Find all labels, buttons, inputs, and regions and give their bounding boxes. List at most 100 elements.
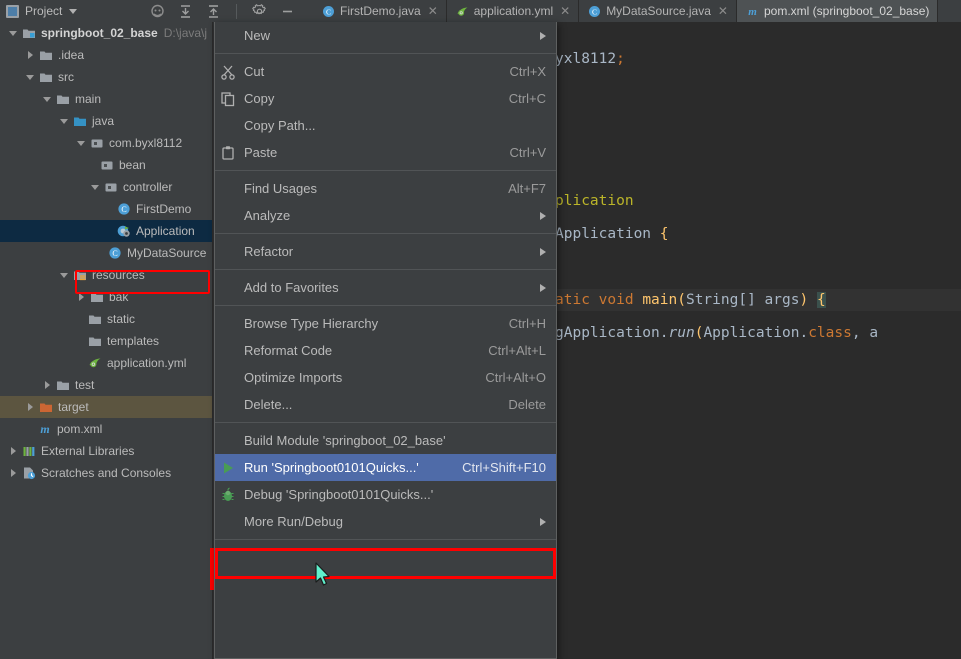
- menu-item-build-module[interactable]: Build Module 'springboot_02_base': [215, 427, 556, 454]
- chevron-right-icon[interactable]: [8, 468, 19, 479]
- select-opened-file-icon[interactable]: [150, 4, 165, 19]
- tree-node-idea[interactable]: .idea: [0, 44, 213, 66]
- menu-item-debug-application[interactable]: Debug 'Springboot0101Quicks...': [215, 481, 556, 508]
- chevron-down-icon[interactable]: [25, 72, 36, 83]
- menu-item-optimize-imports[interactable]: Optimize Imports Ctrl+Alt+O: [215, 364, 556, 391]
- menu-item-accelerator: Ctrl+V: [509, 145, 546, 160]
- context-menu[interactable]: New Cut Ctrl+X Copy Ctrl+C Copy Path... …: [214, 22, 557, 659]
- module-icon: [22, 26, 36, 40]
- tree-node-src[interactable]: src: [0, 66, 213, 88]
- project-toolwindow-title: Project: [25, 4, 63, 18]
- menu-item-accelerator: Ctrl+X: [509, 64, 546, 79]
- menu-item-paste[interactable]: Paste Ctrl+V: [215, 139, 556, 166]
- tree-node-application[interactable]: Application: [0, 220, 213, 242]
- tree-node-static[interactable]: static: [0, 308, 213, 330]
- tree-node-scratches-and-consoles[interactable]: Scratches and Consoles: [0, 462, 213, 484]
- tree-node-main[interactable]: main: [0, 88, 213, 110]
- menu-icon-placeholder: [220, 280, 236, 296]
- tree-node-external-libraries[interactable]: External Libraries: [0, 440, 213, 462]
- tree-node-com-byxl8112[interactable]: com.byxl8112: [0, 132, 213, 154]
- chevron-right-icon[interactable]: [25, 50, 36, 61]
- menu-separator: [215, 170, 556, 171]
- menu-icon-placeholder: [220, 370, 236, 386]
- tree-node-label: bean: [119, 158, 146, 172]
- menu-item-label: More Run/Debug: [244, 514, 343, 529]
- menu-item-browse-type-hierarchy[interactable]: Browse Type Hierarchy Ctrl+H: [215, 310, 556, 337]
- editor-tab-application-yml[interactable]: application.yml ✕: [446, 0, 580, 22]
- source-root-icon: [73, 114, 87, 128]
- editor-tab-firstdemo[interactable]: C FirstDemo.java ✕: [313, 0, 447, 22]
- chevron-down-icon[interactable]: [90, 182, 101, 193]
- menu-item-copy-path[interactable]: Copy Path...: [215, 112, 556, 139]
- chevron-right-icon[interactable]: [25, 402, 36, 413]
- editor-tab-label: pom.xml (springboot_02_base): [763, 4, 930, 18]
- close-icon[interactable]: ✕: [428, 4, 438, 18]
- java-class-icon: C: [588, 5, 601, 18]
- scratches-icon: [22, 466, 36, 480]
- menu-item-copy[interactable]: Copy Ctrl+C: [215, 85, 556, 112]
- menu-item-label: Copy Path...: [244, 118, 316, 133]
- package-icon: [90, 136, 104, 150]
- tree-node-resources[interactable]: resources: [0, 264, 213, 286]
- menu-item-label: Refactor: [244, 244, 294, 259]
- menu-item-label: Debug 'Springboot0101Quicks...': [244, 487, 434, 502]
- menu-item-cut[interactable]: Cut Ctrl+X: [215, 58, 556, 85]
- close-icon[interactable]: ✕: [560, 4, 570, 18]
- code-line: plication: [555, 193, 634, 209]
- menu-item-add-to-favorites[interactable]: Add to Favorites: [215, 274, 556, 301]
- chevron-down-icon[interactable]: [76, 138, 87, 149]
- code-line: Application {: [555, 226, 669, 242]
- tree-node-controller[interactable]: controller: [0, 176, 213, 198]
- expand-all-icon[interactable]: [178, 4, 193, 19]
- tree-node-springboot-02-base[interactable]: springboot_02_base D:\java\j: [0, 22, 213, 44]
- project-tree-panel[interactable]: springboot_02_base D:\java\j .idea src m…: [0, 22, 213, 659]
- menu-item-more-run-debug[interactable]: More Run/Debug: [215, 508, 556, 535]
- chevron-down-icon[interactable]: [69, 8, 78, 14]
- tree-node-application-yml[interactable]: application.yml: [0, 352, 213, 374]
- menu-item-new[interactable]: New: [215, 22, 556, 49]
- tree-node-mydatasource[interactable]: C MyDataSource: [0, 242, 213, 264]
- chevron-right-icon[interactable]: [8, 446, 19, 457]
- menu-icon-placeholder: [220, 181, 236, 197]
- menu-item-refactor[interactable]: Refactor: [215, 238, 556, 265]
- chevron-down-icon[interactable]: [59, 270, 70, 281]
- close-icon[interactable]: ✕: [718, 4, 728, 18]
- tree-node-target[interactable]: target: [0, 396, 213, 418]
- menu-icon-placeholder: [220, 397, 236, 413]
- menu-icon-placeholder: [220, 208, 236, 224]
- tree-node-label: springboot_02_base: [41, 26, 158, 40]
- menu-item-reformat-code[interactable]: Reformat Code Ctrl+Alt+L: [215, 337, 556, 364]
- package-icon: [100, 158, 114, 172]
- tree-node-path: D:\java\j: [163, 26, 208, 40]
- menu-item-analyze[interactable]: Analyze: [215, 202, 556, 229]
- settings-gear-icon[interactable]: [252, 3, 267, 19]
- tree-node-templates[interactable]: templates: [0, 330, 213, 352]
- tree-node-pom-xml[interactable]: m pom.xml: [0, 418, 213, 440]
- svg-text:C: C: [592, 7, 597, 16]
- tree-node-test[interactable]: test: [0, 374, 213, 396]
- menu-item-run-application[interactable]: Run 'Springboot0101Quicks...' Ctrl+Shift…: [215, 454, 556, 481]
- collapse-all-icon[interactable]: [206, 4, 221, 19]
- tree-node-firstdemo[interactable]: C FirstDemo: [0, 198, 213, 220]
- svg-text:C: C: [326, 7, 331, 16]
- menu-item-find-usages[interactable]: Find Usages Alt+F7: [215, 175, 556, 202]
- chevron-down-icon[interactable]: [59, 116, 70, 127]
- folder-icon: [56, 378, 70, 392]
- editor-tab-pom-xml[interactable]: m pom.xml (springboot_02_base): [736, 0, 939, 22]
- folder-icon: [90, 290, 104, 304]
- menu-separator: [215, 539, 556, 540]
- tree-node-bak[interactable]: bak: [0, 286, 213, 308]
- editor-tab-mydatasource[interactable]: C MyDataSource.java ✕: [579, 0, 737, 22]
- tree-node-bean[interactable]: bean: [0, 154, 213, 176]
- tree-node-label: pom.xml: [57, 422, 103, 436]
- chevron-right-icon[interactable]: [42, 380, 53, 391]
- chevron-down-icon[interactable]: [8, 28, 19, 39]
- project-view-icon: [6, 4, 19, 18]
- chevron-right-icon[interactable]: [76, 292, 87, 303]
- menu-item-label: Paste: [244, 145, 278, 160]
- tree-node-java[interactable]: java: [0, 110, 213, 132]
- excluded-folder-icon: [39, 400, 53, 414]
- hide-toolwindow-icon[interactable]: [280, 4, 295, 19]
- chevron-down-icon[interactable]: [42, 94, 53, 105]
- menu-item-delete[interactable]: Delete... Delete: [215, 391, 556, 418]
